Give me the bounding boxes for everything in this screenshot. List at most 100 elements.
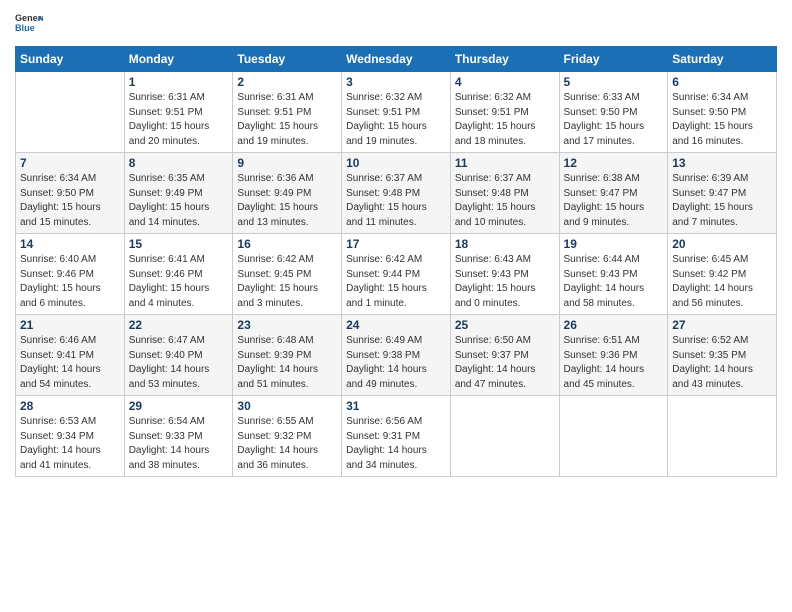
day-info: Sunrise: 6:31 AM Sunset: 9:51 PM Dayligh… [237, 91, 337, 149]
day-number: 18 [455, 237, 555, 251]
calendar-week-1: 1 Sunrise: 6:31 AM Sunset: 9:51 PM Daylig… [16, 72, 777, 153]
calendar-week-4: 21 Sunrise: 6:46 AM Sunset: 9:41 PM Dayli… [16, 315, 777, 396]
calendar-cell: 22 Sunrise: 6:47 AM Sunset: 9:40 PM Dayli… [124, 315, 233, 396]
day-number: 7 [20, 156, 120, 170]
calendar-cell: 19 Sunrise: 6:44 AM Sunset: 9:43 PM Dayli… [559, 234, 668, 315]
svg-text:Blue: Blue [15, 23, 35, 33]
day-number: 20 [672, 237, 772, 251]
calendar-cell [16, 72, 125, 153]
day-number: 9 [237, 156, 337, 170]
calendar-cell: 8 Sunrise: 6:35 AM Sunset: 9:49 PM Daylig… [124, 153, 233, 234]
day-number: 24 [346, 318, 446, 332]
day-info: Sunrise: 6:46 AM Sunset: 9:41 PM Dayligh… [20, 334, 120, 392]
day-info: Sunrise: 6:54 AM Sunset: 9:33 PM Dayligh… [129, 415, 229, 473]
day-info: Sunrise: 6:39 AM Sunset: 9:47 PM Dayligh… [672, 172, 772, 230]
day-info: Sunrise: 6:43 AM Sunset: 9:43 PM Dayligh… [455, 253, 555, 311]
day-info: Sunrise: 6:45 AM Sunset: 9:42 PM Dayligh… [672, 253, 772, 311]
day-info: Sunrise: 6:34 AM Sunset: 9:50 PM Dayligh… [672, 91, 772, 149]
day-number: 25 [455, 318, 555, 332]
calendar-cell: 11 Sunrise: 6:37 AM Sunset: 9:48 PM Dayli… [450, 153, 559, 234]
day-number: 26 [564, 318, 664, 332]
calendar-cell: 24 Sunrise: 6:49 AM Sunset: 9:38 PM Dayli… [342, 315, 451, 396]
day-info: Sunrise: 6:55 AM Sunset: 9:32 PM Dayligh… [237, 415, 337, 473]
calendar-cell [450, 396, 559, 477]
day-number: 22 [129, 318, 229, 332]
calendar-header-monday: Monday [124, 47, 233, 72]
calendar-cell: 2 Sunrise: 6:31 AM Sunset: 9:51 PM Daylig… [233, 72, 342, 153]
calendar-cell: 27 Sunrise: 6:52 AM Sunset: 9:35 PM Dayli… [668, 315, 777, 396]
day-number: 4 [455, 75, 555, 89]
calendar-cell: 28Sunrise: 6:53 AM Sunset: 9:34 PM Dayli… [16, 396, 125, 477]
day-number: 16 [237, 237, 337, 251]
calendar-cell: 14 Sunrise: 6:40 AM Sunset: 9:46 PM Dayli… [16, 234, 125, 315]
calendar-header-sunday: Sunday [16, 47, 125, 72]
calendar-cell [559, 396, 668, 477]
calendar-header-row: SundayMondayTuesdayWednesdayThursdayFrid… [16, 47, 777, 72]
calendar-week-2: 7 Sunrise: 6:34 AM Sunset: 9:50 PM Daylig… [16, 153, 777, 234]
calendar-cell: 5 Sunrise: 6:33 AM Sunset: 9:50 PM Daylig… [559, 72, 668, 153]
calendar-cell: 6 Sunrise: 6:34 AM Sunset: 9:50 PM Daylig… [668, 72, 777, 153]
day-number: 23 [237, 318, 337, 332]
calendar-week-3: 14 Sunrise: 6:40 AM Sunset: 9:46 PM Dayli… [16, 234, 777, 315]
calendar-cell: 18 Sunrise: 6:43 AM Sunset: 9:43 PM Dayli… [450, 234, 559, 315]
calendar-cell: 20 Sunrise: 6:45 AM Sunset: 9:42 PM Dayli… [668, 234, 777, 315]
day-info: Sunrise: 6:38 AM Sunset: 9:47 PM Dayligh… [564, 172, 664, 230]
day-info: Sunrise: 6:47 AM Sunset: 9:40 PM Dayligh… [129, 334, 229, 392]
day-info: Sunrise: 6:36 AM Sunset: 9:49 PM Dayligh… [237, 172, 337, 230]
calendar-cell: 23 Sunrise: 6:48 AM Sunset: 9:39 PM Dayli… [233, 315, 342, 396]
calendar-cell [668, 396, 777, 477]
day-number: 2 [237, 75, 337, 89]
day-info: Sunrise: 6:44 AM Sunset: 9:43 PM Dayligh… [564, 253, 664, 311]
day-info: Sunrise: 6:52 AM Sunset: 9:35 PM Dayligh… [672, 334, 772, 392]
calendar-cell: 26 Sunrise: 6:51 AM Sunset: 9:36 PM Dayli… [559, 315, 668, 396]
day-info: Sunrise: 6:42 AM Sunset: 9:44 PM Dayligh… [346, 253, 446, 311]
calendar-header-thursday: Thursday [450, 47, 559, 72]
day-number: 11 [455, 156, 555, 170]
calendar-header-friday: Friday [559, 47, 668, 72]
day-number: 13 [672, 156, 772, 170]
day-number: 28 [20, 399, 120, 413]
day-number: 12 [564, 156, 664, 170]
day-number: 14 [20, 237, 120, 251]
day-info: Sunrise: 6:35 AM Sunset: 9:49 PM Dayligh… [129, 172, 229, 230]
day-info: Sunrise: 6:37 AM Sunset: 9:48 PM Dayligh… [346, 172, 446, 230]
day-info: Sunrise: 6:56 AM Sunset: 9:31 PM Dayligh… [346, 415, 446, 473]
day-info: Sunrise: 6:33 AM Sunset: 9:50 PM Dayligh… [564, 91, 664, 149]
day-info: Sunrise: 6:48 AM Sunset: 9:39 PM Dayligh… [237, 334, 337, 392]
calendar-cell: 25 Sunrise: 6:50 AM Sunset: 9:37 PM Dayli… [450, 315, 559, 396]
day-number: 29 [129, 399, 229, 413]
day-number: 1 [129, 75, 229, 89]
calendar-cell: 15Sunrise: 6:41 AM Sunset: 9:46 PM Dayli… [124, 234, 233, 315]
day-info: Sunrise: 6:50 AM Sunset: 9:37 PM Dayligh… [455, 334, 555, 392]
day-info: Sunrise: 6:40 AM Sunset: 9:46 PM Dayligh… [20, 253, 120, 311]
day-info: Sunrise: 6:34 AM Sunset: 9:50 PM Dayligh… [20, 172, 120, 230]
calendar-header-tuesday: Tuesday [233, 47, 342, 72]
calendar-header-saturday: Saturday [668, 47, 777, 72]
calendar-week-5: 28Sunrise: 6:53 AM Sunset: 9:34 PM Dayli… [16, 396, 777, 477]
day-number: 5 [564, 75, 664, 89]
calendar-cell: 12 Sunrise: 6:38 AM Sunset: 9:47 PM Dayli… [559, 153, 668, 234]
day-number: 19 [564, 237, 664, 251]
day-number: 27 [672, 318, 772, 332]
day-number: 8 [129, 156, 229, 170]
calendar-cell: 10 Sunrise: 6:37 AM Sunset: 9:48 PM Dayli… [342, 153, 451, 234]
day-info: Sunrise: 6:32 AM Sunset: 9:51 PM Dayligh… [346, 91, 446, 149]
day-info: Sunrise: 6:37 AM Sunset: 9:48 PM Dayligh… [455, 172, 555, 230]
day-info: Sunrise: 6:51 AM Sunset: 9:36 PM Dayligh… [564, 334, 664, 392]
day-info: Sunrise: 6:32 AM Sunset: 9:51 PM Dayligh… [455, 91, 555, 149]
calendar-cell: 1Sunrise: 6:31 AM Sunset: 9:51 PM Daylig… [124, 72, 233, 153]
calendar-header-wednesday: Wednesday [342, 47, 451, 72]
day-number: 3 [346, 75, 446, 89]
calendar-cell: 17 Sunrise: 6:42 AM Sunset: 9:44 PM Dayli… [342, 234, 451, 315]
calendar-cell: 4 Sunrise: 6:32 AM Sunset: 9:51 PM Daylig… [450, 72, 559, 153]
day-number: 10 [346, 156, 446, 170]
day-number: 6 [672, 75, 772, 89]
calendar-table: SundayMondayTuesdayWednesdayThursdayFrid… [15, 46, 777, 477]
day-number: 21 [20, 318, 120, 332]
day-info: Sunrise: 6:49 AM Sunset: 9:38 PM Dayligh… [346, 334, 446, 392]
logo: General Blue [15, 10, 43, 38]
day-number: 17 [346, 237, 446, 251]
calendar-cell: 13 Sunrise: 6:39 AM Sunset: 9:47 PM Dayli… [668, 153, 777, 234]
calendar-cell: 21 Sunrise: 6:46 AM Sunset: 9:41 PM Dayli… [16, 315, 125, 396]
calendar-cell: 9 Sunrise: 6:36 AM Sunset: 9:49 PM Daylig… [233, 153, 342, 234]
